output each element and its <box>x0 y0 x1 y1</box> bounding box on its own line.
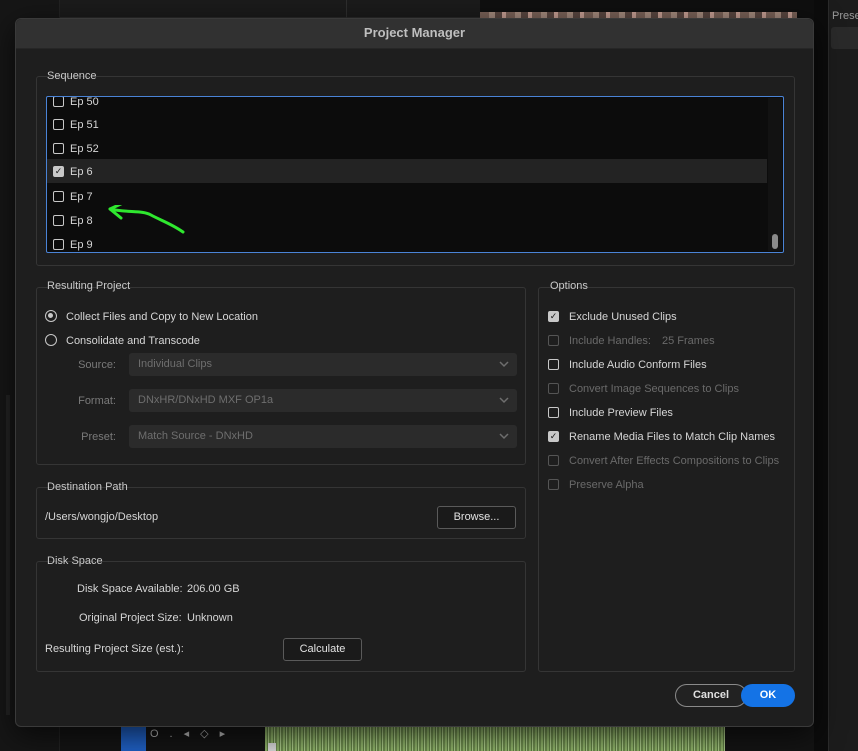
destination-path: /Users/wongjo/Desktop <box>45 511 159 523</box>
ok-button[interactable]: OK <box>741 684 795 707</box>
destination-title: Destination Path <box>47 481 128 493</box>
panel-gap <box>814 0 828 751</box>
sequence-checkbox[interactable] <box>53 191 64 202</box>
handles-frames-value[interactable]: 25 Frames <box>662 335 715 347</box>
resulting-project-title: Resulting Project <box>47 280 131 292</box>
sequence-item-ep9[interactable]: Ep 9 <box>47 233 767 252</box>
include-audio-conform-checkbox[interactable] <box>548 359 559 370</box>
sequence-item-ep51[interactable]: Ep 51 <box>47 113 767 137</box>
dialog-titlebar: Project Manager <box>16 19 813 49</box>
browse-button[interactable]: Browse... <box>437 506 516 529</box>
sequence-item-label: Ep 7 <box>70 191 93 203</box>
sequence-item-label: Ep 8 <box>70 215 93 227</box>
disk-space-title: Disk Space <box>47 555 103 567</box>
project-manager-dialog: Project Manager Sequence Ep 50 Ep 51 Ep … <box>15 18 814 727</box>
audio-waveform <box>265 727 725 751</box>
disk-available-value: 206.00 GB <box>187 583 240 595</box>
convert-ae-checkbox[interactable] <box>548 455 559 466</box>
calculate-button[interactable]: Calculate <box>283 638 362 661</box>
preset-value: Match Source - DNxHD <box>138 430 253 442</box>
original-size-value: Unknown <box>187 612 233 624</box>
format-select[interactable]: DNxHR/DNxHD MXF OP1a <box>129 389 517 412</box>
sequence-checkbox-checked[interactable]: ✓ <box>53 166 64 177</box>
source-label: Source: <box>78 359 116 371</box>
source-value: Individual Clips <box>138 358 212 370</box>
preset-label: Preset: <box>81 431 116 443</box>
chevron-down-icon <box>499 397 509 404</box>
waveform-marker <box>268 743 276 751</box>
sequence-item-ep52[interactable]: Ep 52 <box>47 137 767 161</box>
preserve-alpha-label[interactable]: Preserve Alpha <box>569 479 644 491</box>
format-value: DNxHR/DNxHD MXF OP1a <box>138 394 274 406</box>
playhead-track <box>121 727 146 751</box>
app-right-panel <box>828 0 858 751</box>
cancel-button[interactable]: Cancel <box>675 684 747 707</box>
sequence-section-title: Sequence <box>47 70 97 82</box>
convert-ae-label[interactable]: Convert After Effects Compositions to Cl… <box>569 455 779 467</box>
convert-image-sequences-checkbox[interactable] <box>548 383 559 394</box>
rename-media-checkbox[interactable]: ✓ <box>548 431 559 442</box>
consolidate-label[interactable]: Consolidate and Transcode <box>66 335 200 347</box>
convert-image-sequences-label[interactable]: Convert Image Sequences to Clips <box>569 383 739 395</box>
timeline-controls[interactable]: O.◂◇▸ <box>150 727 236 740</box>
sequence-item-label: Ep 51 <box>70 119 99 131</box>
sequence-checkbox[interactable] <box>53 143 64 154</box>
preset-dropdown[interactable] <box>831 27 858 49</box>
include-audio-conform-label[interactable]: Include Audio Conform Files <box>569 359 707 371</box>
consolidate-radio[interactable] <box>45 334 57 346</box>
include-preview-checkbox[interactable] <box>548 407 559 418</box>
chevron-down-icon <box>499 433 509 440</box>
sequence-checkbox[interactable] <box>53 215 64 226</box>
sequence-item-label: Ep 9 <box>70 239 93 251</box>
dialog-title: Project Manager <box>363 25 466 40</box>
scrollbar-thumb[interactable] <box>772 234 778 249</box>
annotation-arrow-icon <box>108 205 185 234</box>
collect-files-radio[interactable] <box>45 310 57 322</box>
original-size-label: Original Project Size: <box>79 612 182 624</box>
sequence-checkbox[interactable] <box>53 119 64 130</box>
sequence-item-ep6[interactable]: ✓ Ep 6 <box>47 159 767 183</box>
disk-available-label: Disk Space Available: <box>77 583 183 595</box>
sequence-item-label: Ep 50 <box>70 96 99 108</box>
exclude-unused-checkbox[interactable]: ✓ <box>548 311 559 322</box>
format-label: Format: <box>78 395 116 407</box>
source-select[interactable]: Individual Clips <box>129 353 517 376</box>
sequence-item-label: Ep 6 <box>70 166 93 178</box>
sequence-checkbox[interactable] <box>53 97 64 107</box>
include-handles-label[interactable]: Include Handles: <box>569 335 651 347</box>
panel-divider <box>346 0 347 18</box>
app-top-panel <box>60 0 480 18</box>
options-title: Options <box>550 280 588 292</box>
sequence-checkbox[interactable] <box>53 239 64 250</box>
preset-select[interactable]: Match Source - DNxHD <box>129 425 517 448</box>
right-panel-label: Prese <box>832 10 858 22</box>
sequence-item-ep50[interactable]: Ep 50 <box>47 96 767 114</box>
resulting-size-label: Resulting Project Size (est.): <box>45 643 184 655</box>
collect-files-label[interactable]: Collect Files and Copy to New Location <box>66 311 258 323</box>
sequence-scrollbar[interactable] <box>768 98 782 251</box>
include-handles-checkbox[interactable] <box>548 335 559 346</box>
rename-media-label[interactable]: Rename Media Files to Match Clip Names <box>569 431 775 443</box>
exclude-unused-label[interactable]: Exclude Unused Clips <box>569 311 677 323</box>
tool-strip <box>6 395 10 715</box>
sequence-item-label: Ep 52 <box>70 143 99 155</box>
chevron-down-icon <box>499 361 509 368</box>
include-preview-label[interactable]: Include Preview Files <box>569 407 673 419</box>
preserve-alpha-checkbox[interactable] <box>548 479 559 490</box>
